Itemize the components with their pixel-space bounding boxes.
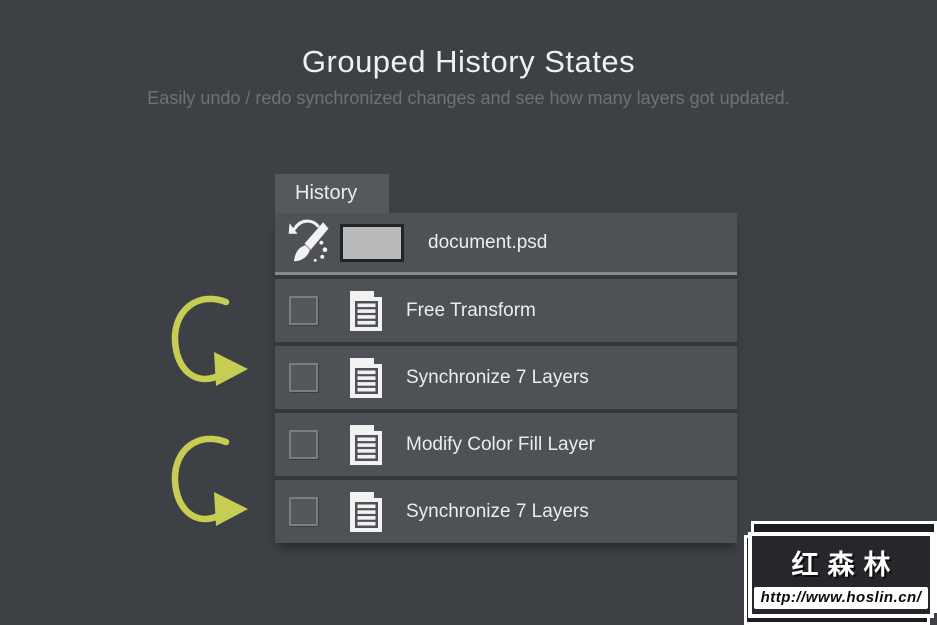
history-state-icon	[350, 357, 382, 398]
history-source-checkbox[interactable]	[289, 363, 318, 392]
watermark-url: http://www.hoslin.cn/	[753, 587, 929, 609]
page-subtitle: Easily undo / redo synchronized changes …	[147, 88, 790, 108]
history-state-row[interactable]: Free Transform	[275, 279, 737, 342]
history-panel-body: document.psd Free Transform Synchronize …	[275, 213, 737, 543]
curved-arrow-annotation	[171, 295, 248, 386]
watermark-title: 红森林	[791, 550, 900, 580]
history-brush-icon[interactable]	[286, 217, 332, 268]
history-state-row[interactable]: Synchronize 7 Layers	[275, 346, 737, 409]
history-state-label: Free Transform	[406, 299, 536, 321]
watermark: 红森林 http://www.hoslin.cn/	[744, 521, 937, 625]
history-state-row[interactable]: Synchronize 7 Layers	[275, 480, 737, 543]
history-state-icon	[350, 290, 382, 331]
history-state-document[interactable]: document.psd	[275, 213, 737, 272]
history-state-label: Modify Color Fill Layer	[406, 433, 595, 455]
history-state-row[interactable]: Modify Color Fill Layer	[275, 413, 737, 476]
history-source-checkbox[interactable]	[289, 497, 318, 526]
history-state-label: Synchronize 7 Layers	[406, 500, 589, 522]
history-source-checkbox[interactable]	[289, 430, 318, 459]
history-panel: History document.psd Free Transform Sync…	[275, 174, 737, 543]
history-state-icon	[350, 491, 382, 532]
tab-history[interactable]: History	[275, 174, 389, 213]
curved-arrow-annotation	[171, 435, 248, 526]
page-title: Grouped History States	[301, 44, 636, 79]
history-states-list: Free Transform Synchronize 7 Layers Modi…	[275, 275, 737, 543]
document-name: document.psd	[428, 231, 548, 253]
watermark-frame: 红森林 http://www.hoslin.cn/	[748, 532, 934, 618]
page: Grouped History States Easily undo / red…	[0, 0, 937, 625]
history-state-icon	[350, 424, 382, 465]
document-thumbnail	[340, 223, 404, 262]
history-source-checkbox[interactable]	[289, 296, 318, 325]
history-state-label: Synchronize 7 Layers	[406, 366, 589, 388]
